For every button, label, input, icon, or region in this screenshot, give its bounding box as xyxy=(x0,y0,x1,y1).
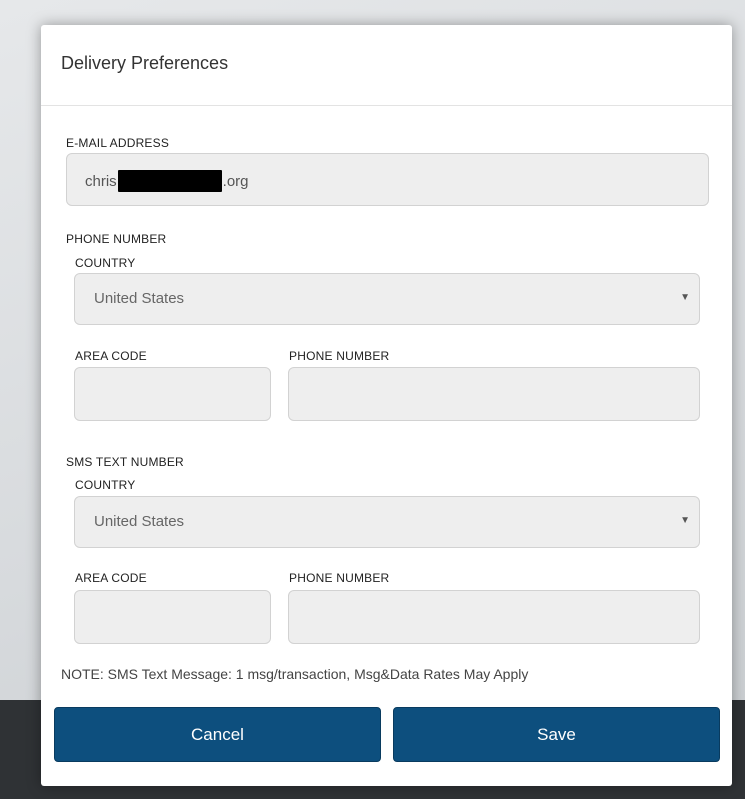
email-value-prefix: chris xyxy=(85,172,117,190)
cancel-button[interactable]: Cancel xyxy=(54,707,381,762)
email-value-suffix: .org xyxy=(222,172,249,190)
dialog-header: Delivery Preferences xyxy=(41,25,732,106)
caret-down-icon: ▼ xyxy=(680,292,690,303)
sms-country-value: United States xyxy=(94,513,185,530)
save-button[interactable]: Save xyxy=(393,707,720,762)
sms-country-select[interactable]: United States ▼ xyxy=(74,496,700,548)
phone-number-label: PHONE NUMBER xyxy=(289,349,390,363)
phone-country-label: COUNTRY xyxy=(75,256,136,270)
email-value: chris .org xyxy=(85,170,249,192)
phone-country-select[interactable]: United States ▼ xyxy=(74,273,700,325)
sms-area-code-label: AREA CODE xyxy=(75,571,147,585)
dialog-title: Delivery Preferences xyxy=(61,53,229,73)
delivery-preferences-dialog: Delivery Preferences E-MAIL ADDRESS chri… xyxy=(41,25,732,786)
caret-down-icon: ▼ xyxy=(680,515,690,526)
redaction-bar xyxy=(117,170,222,192)
sms-number-label: PHONE NUMBER xyxy=(289,571,390,585)
phone-area-code-input[interactable] xyxy=(74,367,271,421)
phone-section-label: PHONE NUMBER xyxy=(66,232,167,246)
sms-section-label: SMS TEXT NUMBER xyxy=(66,455,184,469)
phone-number-input[interactable] xyxy=(288,367,700,421)
sms-country-label: COUNTRY xyxy=(75,478,136,492)
sms-rates-note: NOTE: SMS Text Message: 1 msg/transactio… xyxy=(61,666,529,682)
email-field[interactable]: chris .org xyxy=(66,153,709,206)
phone-country-value: United States xyxy=(94,290,185,307)
sms-number-input[interactable] xyxy=(288,590,700,644)
email-label: E-MAIL ADDRESS xyxy=(66,136,170,150)
phone-area-code-label: AREA CODE xyxy=(75,349,147,363)
sms-area-code-input[interactable] xyxy=(74,590,271,644)
